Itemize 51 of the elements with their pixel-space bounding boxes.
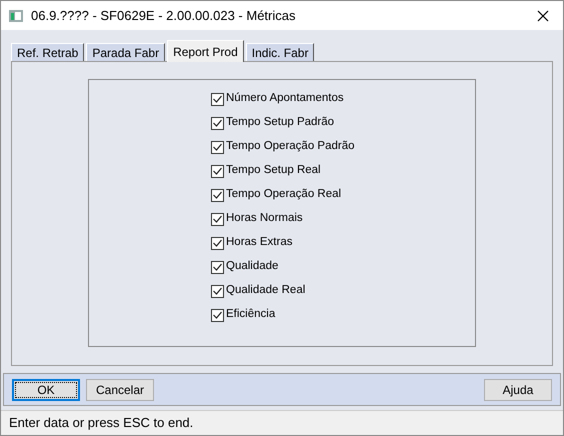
checkbox-row[interactable]: Tempo Setup Real: [211, 162, 475, 180]
checkbox-label: Horas Normais: [226, 211, 303, 226]
status-text: Enter data or press ESC to end.: [9, 414, 194, 432]
checkbox-row[interactable]: Qualidade: [211, 258, 475, 276]
check-icon: [213, 167, 222, 175]
check-icon: [213, 239, 222, 247]
checkbox-label: Tempo Setup Real: [226, 163, 321, 178]
checkbox-label: Eficiência: [226, 307, 276, 322]
check-icon: [213, 263, 222, 271]
window-title: 06.9.???? - SF0629E - 2.00.00.023 - Métricas: [31, 6, 296, 25]
checkbox-label: Qualidade Real: [226, 283, 306, 298]
checkbox-row[interactable]: Tempo Setup Padrão: [211, 114, 475, 132]
check-icon: [213, 95, 222, 103]
checkbox[interactable]: [211, 164, 224, 178]
checkbox-row[interactable]: Eficiência: [211, 306, 475, 324]
tab[interactable]: Report Prod: [167, 40, 244, 62]
checkbox[interactable]: [211, 140, 224, 154]
checkbox-row[interactable]: Horas Normais: [211, 210, 475, 228]
tab[interactable]: Ref. Retrab: [11, 43, 84, 61]
checkbox-label: Tempo Operação Padrão: [226, 139, 354, 154]
check-icon: [213, 119, 222, 127]
checkbox-row[interactable]: Horas Extras: [211, 234, 475, 252]
check-icon: [213, 311, 222, 319]
checkbox-label: Tempo Operação Real: [226, 187, 342, 202]
checkbox[interactable]: [211, 188, 224, 202]
app-icon: [9, 10, 23, 22]
tab[interactable]: Indic. Fabr: [246, 43, 314, 61]
checkbox-label: Qualidade: [226, 259, 278, 274]
checkbox[interactable]: [211, 236, 224, 250]
tab[interactable]: Parada Fabr: [86, 43, 166, 61]
checkbox-row[interactable]: Tempo Operação Padrão: [211, 138, 475, 156]
checkbox[interactable]: [211, 116, 224, 130]
checkbox[interactable]: [211, 308, 224, 322]
checkbox-label: Tempo Setup Padrão: [226, 115, 334, 130]
help-button[interactable]: Ajuda: [484, 378, 552, 400]
checkbox-label: Número Apontamentos: [226, 91, 344, 106]
check-icon: [213, 287, 222, 295]
checkbox[interactable]: [211, 212, 224, 226]
close-icon: [537, 10, 549, 22]
check-icon: [213, 143, 222, 151]
checkbox-row[interactable]: Número Apontamentos: [211, 90, 475, 108]
checkbox[interactable]: [211, 260, 224, 274]
checkbox-label: Horas Extras: [226, 235, 292, 250]
checkbox-row[interactable]: Qualidade Real: [211, 282, 475, 300]
checkbox[interactable]: [211, 92, 224, 106]
checkbox-row[interactable]: Tempo Operação Real: [211, 186, 475, 204]
check-icon: [213, 191, 222, 199]
cancel-button[interactable]: Cancelar: [86, 378, 154, 400]
ok-button[interactable]: OK: [12, 378, 80, 400]
checkbox[interactable]: [211, 284, 224, 298]
check-icon: [213, 215, 222, 223]
